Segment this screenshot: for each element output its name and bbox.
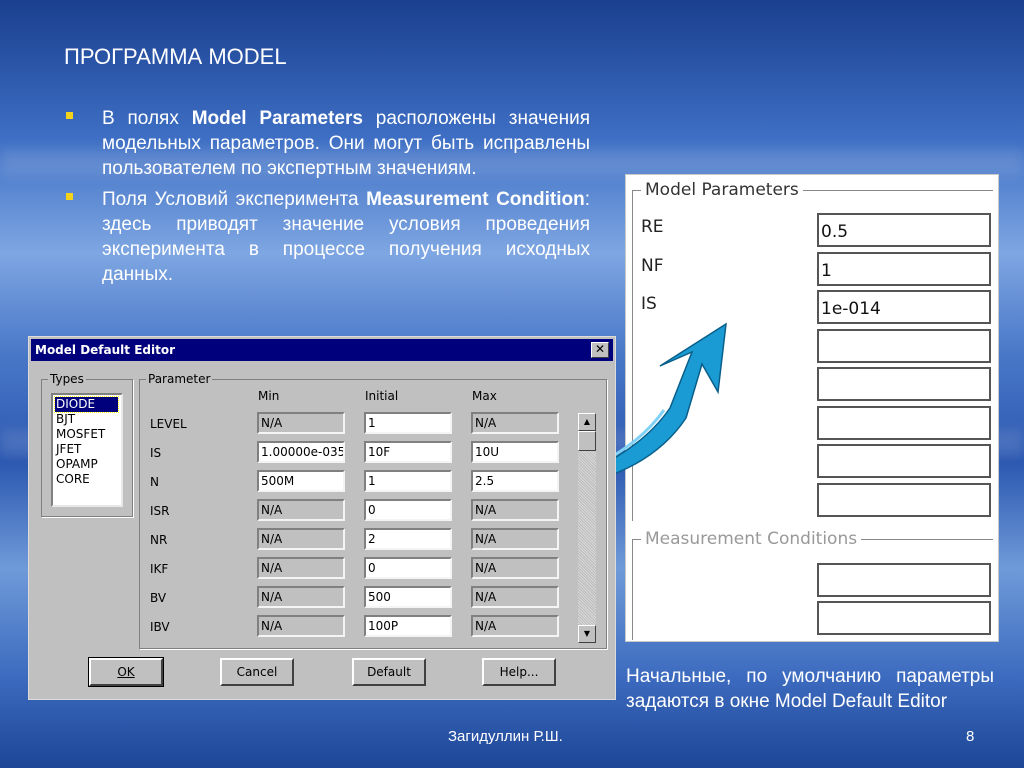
parameter-group-title: Parameter (146, 372, 213, 386)
param-initial-field[interactable]: 0 (364, 499, 452, 521)
close-icon[interactable]: ✕ (591, 342, 609, 358)
param-initial-field[interactable]: 1 (364, 470, 452, 492)
model-param-label: IS (641, 294, 657, 314)
scroll-up-arrow-icon[interactable]: ▲ (578, 413, 596, 431)
ok-button[interactable]: OK (88, 657, 164, 687)
types-listbox[interactable]: DIODE BJT MOSFET JFET OPAMP CORE (51, 393, 123, 507)
param-max-field: N/A (471, 615, 559, 637)
type-item-core[interactable]: CORE (55, 472, 121, 487)
param-name: IBV (150, 620, 170, 634)
col-header-max: Max (472, 389, 497, 403)
model-param-field[interactable]: 0.5 (817, 213, 991, 247)
param-min-field: N/A (257, 615, 345, 637)
bullet-text: Поля Условий эксперимента (102, 189, 367, 210)
bullet-text: В полях (102, 108, 192, 129)
slide-page-number: 8 (966, 728, 975, 745)
param-initial-field[interactable]: 100P (364, 615, 452, 637)
param-max-field: N/A (471, 586, 559, 608)
bullet-bold-term: Model Parameters (191, 108, 363, 129)
param-min-field[interactable]: 1.00000e-035 (257, 441, 345, 463)
model-param-label: NF (641, 255, 664, 276)
cancel-button-label: Cancel (236, 665, 278, 679)
scroll-thumb[interactable] (578, 431, 596, 451)
param-min-field[interactable]: 500M (257, 470, 345, 492)
col-header-min: Min (258, 389, 280, 403)
bullet-item: В полях Model Parameters расположены зна… (66, 106, 590, 181)
param-max-field[interactable]: 10U (471, 441, 559, 463)
model-default-editor-dialog: Model Default Editor ✕ Types DIODE BJT M… (28, 336, 616, 700)
param-initial-field[interactable]: 500 (364, 586, 452, 608)
model-param-field[interactable] (817, 328, 991, 363)
type-item-jfet[interactable]: JFET (55, 442, 121, 457)
parameter-scrollbar[interactable]: ▲ ▼ (578, 413, 596, 643)
param-max-field: N/A (471, 528, 559, 550)
default-button-label: Default (367, 665, 411, 679)
dialog-titlebar[interactable]: Model Default Editor ✕ (31, 339, 613, 361)
types-group-title: Types (48, 372, 86, 386)
type-item-diode[interactable]: DIODE (54, 396, 119, 413)
default-button[interactable]: Default (352, 658, 426, 686)
model-param-field[interactable] (817, 482, 991, 517)
model-param-field[interactable]: 1 (817, 251, 991, 286)
param-initial-field[interactable]: 2 (364, 528, 452, 550)
param-name: IKF (150, 562, 169, 576)
measurement-field[interactable] (817, 563, 991, 597)
param-name: NR (150, 533, 168, 547)
param-max-field: N/A (471, 499, 559, 521)
slide-title: ПРОГРАММА MODEL (64, 44, 287, 69)
bullet-square-icon (66, 112, 73, 119)
bullet-item: Поля Условий эксперимента Measurement Co… (66, 187, 590, 287)
bullet-square-icon (66, 193, 73, 200)
slide-caption: Начальные, по умолчанию параметры задают… (626, 666, 994, 712)
slide-author: Загидуллин Р.Ш. (448, 728, 563, 745)
param-max-field: N/A (471, 557, 559, 579)
param-name: N (150, 475, 159, 489)
measurement-field[interactable] (817, 601, 991, 635)
param-name: ISR (150, 504, 170, 518)
param-min-field: N/A (257, 412, 345, 434)
param-min-field: N/A (257, 586, 345, 608)
col-header-initial: Initial (365, 389, 399, 403)
ok-button-label: OK (117, 665, 135, 679)
model-param-field[interactable] (817, 444, 991, 478)
type-item-opamp[interactable]: OPAMP (55, 457, 121, 472)
param-min-field: N/A (257, 557, 345, 579)
param-initial-field[interactable]: 10F (364, 441, 452, 463)
param-max-field: N/A (471, 412, 559, 434)
model-param-field[interactable] (817, 367, 991, 401)
model-param-field[interactable] (817, 405, 991, 440)
model-param-field[interactable]: 1e-014 (817, 290, 991, 324)
model-param-label: RE (641, 217, 664, 237)
dialog-title: Model Default Editor (35, 343, 175, 357)
param-initial-field[interactable]: 0 (364, 557, 452, 579)
param-max-field[interactable]: 2.5 (471, 470, 559, 492)
type-item-mosfet[interactable]: MOSFET (55, 427, 121, 442)
bullet-bold-term: Measurement Condition (366, 189, 585, 210)
bullet-list: В полях Model Parameters расположены зна… (66, 106, 590, 293)
cancel-button[interactable]: Cancel (220, 658, 294, 686)
param-name: LEVEL (150, 417, 187, 431)
param-name: IS (150, 446, 162, 460)
type-item-bjt[interactable]: BJT (55, 412, 121, 427)
help-button[interactable]: Help... (482, 658, 556, 686)
param-min-field: N/A (257, 499, 345, 521)
param-initial-field[interactable]: 1 (364, 412, 452, 434)
scroll-down-arrow-icon[interactable]: ▼ (578, 625, 596, 643)
help-button-label: Help... (499, 665, 539, 679)
measurement-conditions-title: Measurement Conditions (641, 529, 862, 549)
model-parameters-group-title: Model Parameters (641, 180, 803, 200)
param-min-field: N/A (257, 528, 345, 550)
param-name: BV (150, 591, 167, 605)
